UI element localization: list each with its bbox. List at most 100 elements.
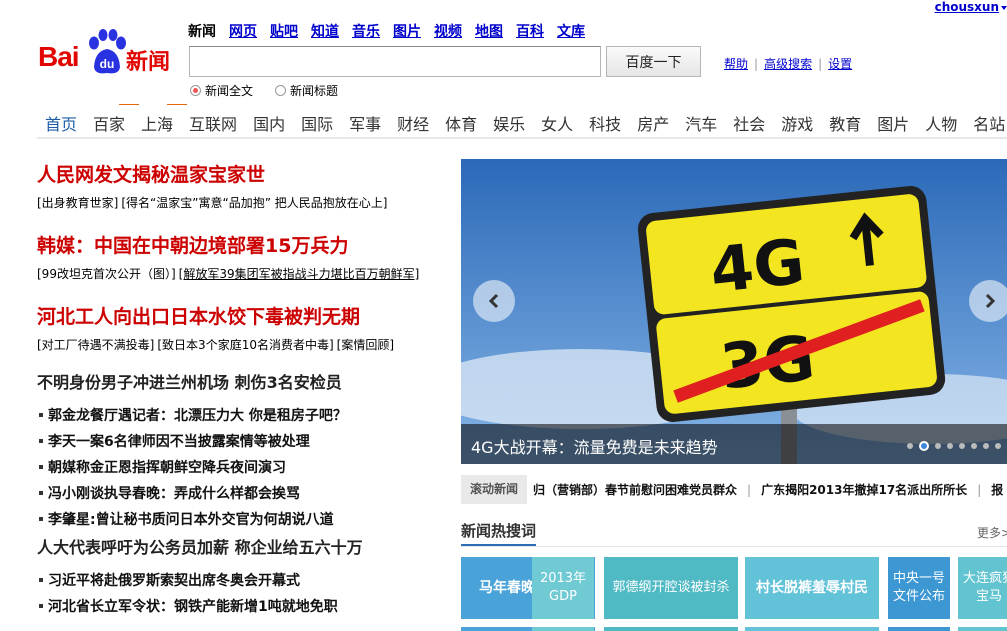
radio-fulltext[interactable]: 新闻全文 — [190, 82, 253, 99]
hot-more-link[interactable]: 更多> — [977, 524, 1007, 541]
user-menu[interactable]: chousxun — [935, 0, 1007, 14]
slider-dot[interactable] — [995, 443, 1001, 449]
slider-dot[interactable] — [907, 443, 913, 449]
channel-tab[interactable]: 汽车 — [677, 104, 725, 137]
channel-tab[interactable]: 互联网 — [181, 104, 245, 137]
radio-checked-icon[interactable] — [190, 85, 201, 96]
list-item-text[interactable]: 李天一案6名律师因不当披露案情等被处理 — [48, 431, 310, 451]
channel-tab[interactable]: 财经 — [389, 104, 437, 137]
slider-dot[interactable] — [983, 443, 989, 449]
sublink[interactable]: [得名“温家宝”寓意“品加抱” 把人民品抱放在心上] — [121, 196, 387, 210]
slide-image-4g-sign[interactable]: 4G 3G — [461, 159, 1007, 464]
slider-dot[interactable] — [971, 443, 977, 449]
channel-tab-label: 游戏 — [781, 115, 814, 134]
settings-link[interactable]: 设置 — [828, 55, 852, 72]
channel-tab[interactable]: 国际 — [293, 104, 341, 137]
channel-tab[interactable]: 娱乐 — [485, 104, 533, 137]
slider-dot[interactable] — [959, 443, 965, 449]
search-button[interactable]: 百度一下 — [606, 46, 701, 77]
topnav-map[interactable]: 地图 — [475, 21, 503, 41]
headline-title[interactable]: 人民网发文揭秘温家宝家世 — [37, 160, 437, 187]
hot-tile[interactable]: 郭德纲开腔谈被封杀 — [604, 557, 738, 619]
channel-tab[interactable]: 上海NEW — [133, 104, 188, 137]
list-item-text[interactable]: 李肇星:曾让秘书质问日本外交官为何胡说八道 — [48, 509, 334, 529]
sublink[interactable]: [出身教育世家] — [37, 196, 118, 210]
section-title[interactable]: 不明身份男子冲进兰州机场 刺伤3名安检员 — [37, 369, 437, 393]
hot-tile-next-row[interactable] — [532, 627, 594, 631]
list-item[interactable]: 李肇星:曾让秘书质问日本外交官为何胡说八道 — [37, 506, 437, 532]
slider-dot[interactable] — [947, 443, 953, 449]
channel-tab[interactable]: 体育 — [437, 104, 485, 137]
user-name[interactable]: chousxun — [935, 0, 999, 14]
radio-title[interactable]: 新闻标题 — [275, 82, 338, 99]
list-item[interactable]: 朝媒称金正恩指挥朝鲜空降兵夜间演习 — [37, 454, 437, 480]
bullet-icon — [39, 491, 43, 495]
channel-tab[interactable]: 图片 — [869, 104, 917, 137]
topnav-web[interactable]: 网页 — [229, 21, 257, 41]
help-link[interactable]: 帮助 — [724, 55, 748, 72]
channel-tab[interactable]: 房产 — [629, 104, 677, 137]
channel-tab[interactable]: 教育 — [821, 104, 869, 137]
baidu-news-logo[interactable]: Bai du 新闻 — [38, 29, 178, 77]
hot-tile-next-row[interactable] — [888, 627, 950, 631]
list-item[interactable]: 河北省长立军令状：钢铁产能新增1吨就地免职 — [37, 593, 437, 619]
topnav-baike[interactable]: 百科 — [516, 21, 544, 41]
slider-prev-button[interactable] — [473, 280, 515, 322]
radio-unchecked-icon[interactable] — [275, 85, 287, 96]
bullet-icon — [39, 439, 43, 443]
headline-block-1: 人民网发文揭秘温家宝家世 [出身教育世家] [得名“温家宝”寓意“品加抱” 把人民… — [37, 160, 437, 211]
list-item[interactable]: 李天一案6名律师因不当披露案情等被处理 — [37, 428, 437, 454]
list-item-text[interactable]: 习近平将赴俄罗斯索契出席冬奥会开幕式 — [48, 570, 300, 590]
photo-slider[interactable]: 4G 3G 4G大战开幕：流量免费是未来趋势 — [461, 159, 1007, 464]
hot-tile[interactable]: 中央一号文件公布 — [888, 557, 950, 619]
channel-tab[interactable]: 军事 — [341, 104, 389, 137]
channel-tab[interactable]: 科技 — [581, 104, 629, 137]
list-item-text[interactable]: 冯小刚谈执导春晚：弄成什么样都会挨骂 — [48, 483, 300, 503]
list-item-text[interactable]: 朝媒称金正恩指挥朝鲜空降兵夜间演习 — [48, 457, 286, 477]
list-item-text[interactable]: 郭金龙餐厅遇记者：北漂压力大 你是租房子吧？ — [48, 405, 347, 425]
channel-tab[interactable]: 名站 — [965, 104, 1007, 137]
topnav-images[interactable]: 图片 — [393, 21, 421, 41]
hot-tile-next-row[interactable] — [958, 627, 1007, 631]
topnav-news[interactable]: 新闻 — [188, 21, 216, 41]
hot-tile[interactable]: 村长脱裤羞辱村民 — [745, 557, 879, 619]
sublink[interactable]: [案情回顾] — [337, 338, 394, 352]
topnav-video[interactable]: 视频 — [434, 21, 462, 41]
headline-title[interactable]: 河北工人向出口日本水饺下毒被判无期 — [37, 302, 437, 329]
hot-tile-next-row[interactable] — [745, 627, 879, 631]
ticker-item[interactable]: 归（营销部）春节前慰问困难党员群众 — [533, 481, 737, 498]
sublink[interactable]: [致日本3个家庭10名消费者中毒] — [157, 338, 333, 352]
hot-tile[interactable]: 大连疯狂宝马 — [958, 557, 1007, 619]
list-item[interactable]: 郭金龙餐厅遇记者：北漂压力大 你是租房子吧？ — [37, 402, 437, 428]
channel-tab[interactable]: 国内 — [245, 104, 293, 137]
radio-fulltext-label: 新闻全文 — [205, 84, 254, 98]
hot-tile-next-row[interactable] — [604, 627, 738, 631]
list-item-text[interactable]: 河北省长立军令状：钢铁产能新增1吨就地免职 — [48, 596, 338, 616]
topnav-tieba[interactable]: 贴吧 — [270, 21, 298, 41]
channel-tab[interactable]: 女人 — [533, 104, 581, 137]
headline-title[interactable]: 韩媒：中国在中朝边境部署15万兵力 — [37, 231, 437, 258]
list-item[interactable]: 冯小刚谈执导春晚：弄成什么样都会挨骂 — [37, 480, 437, 506]
section-title[interactable]: 人大代表呼吁为公务员加薪 称企业给五六十万 — [37, 534, 437, 558]
slider-dot[interactable] — [919, 441, 929, 451]
topnav-zhidao[interactable]: 知道 — [311, 21, 339, 41]
topnav-wenku[interactable]: 文库 — [557, 21, 585, 41]
search-input[interactable] — [189, 46, 601, 77]
slider-next-button[interactable] — [969, 280, 1007, 322]
sublink[interactable]: [对工厂待遇不满投毒] — [37, 338, 154, 352]
channel-tab[interactable]: 社会 — [725, 104, 773, 137]
sublink[interactable]: [99改坦克首次公开（图）] — [37, 267, 176, 281]
slider-dot[interactable] — [935, 443, 941, 449]
channel-tab[interactable]: 首页 — [37, 104, 85, 137]
advanced-search-link[interactable]: 高级搜索 — [764, 55, 812, 72]
channel-tab[interactable]: 人物 — [917, 104, 965, 137]
list-item[interactable]: 习近平将赴俄罗斯索契出席冬奥会开幕式 — [37, 567, 437, 593]
channel-tab[interactable]: 游戏 — [773, 104, 821, 137]
hot-tile[interactable]: 2013年GDP — [532, 557, 594, 619]
channel-tab[interactable]: 百家NEW — [85, 104, 140, 137]
ticker-item[interactable]: 广东揭阳2013年撤掉17名派出所所长 — [761, 481, 967, 498]
ticker-item[interactable]: 报 — [991, 481, 1003, 498]
channel-tab-label: 科技 — [589, 115, 622, 134]
topnav-music[interactable]: 音乐 — [352, 21, 380, 41]
sublink[interactable]: [解放军39集团军被指战斗力堪比百万朝鲜军] — [179, 267, 420, 281]
